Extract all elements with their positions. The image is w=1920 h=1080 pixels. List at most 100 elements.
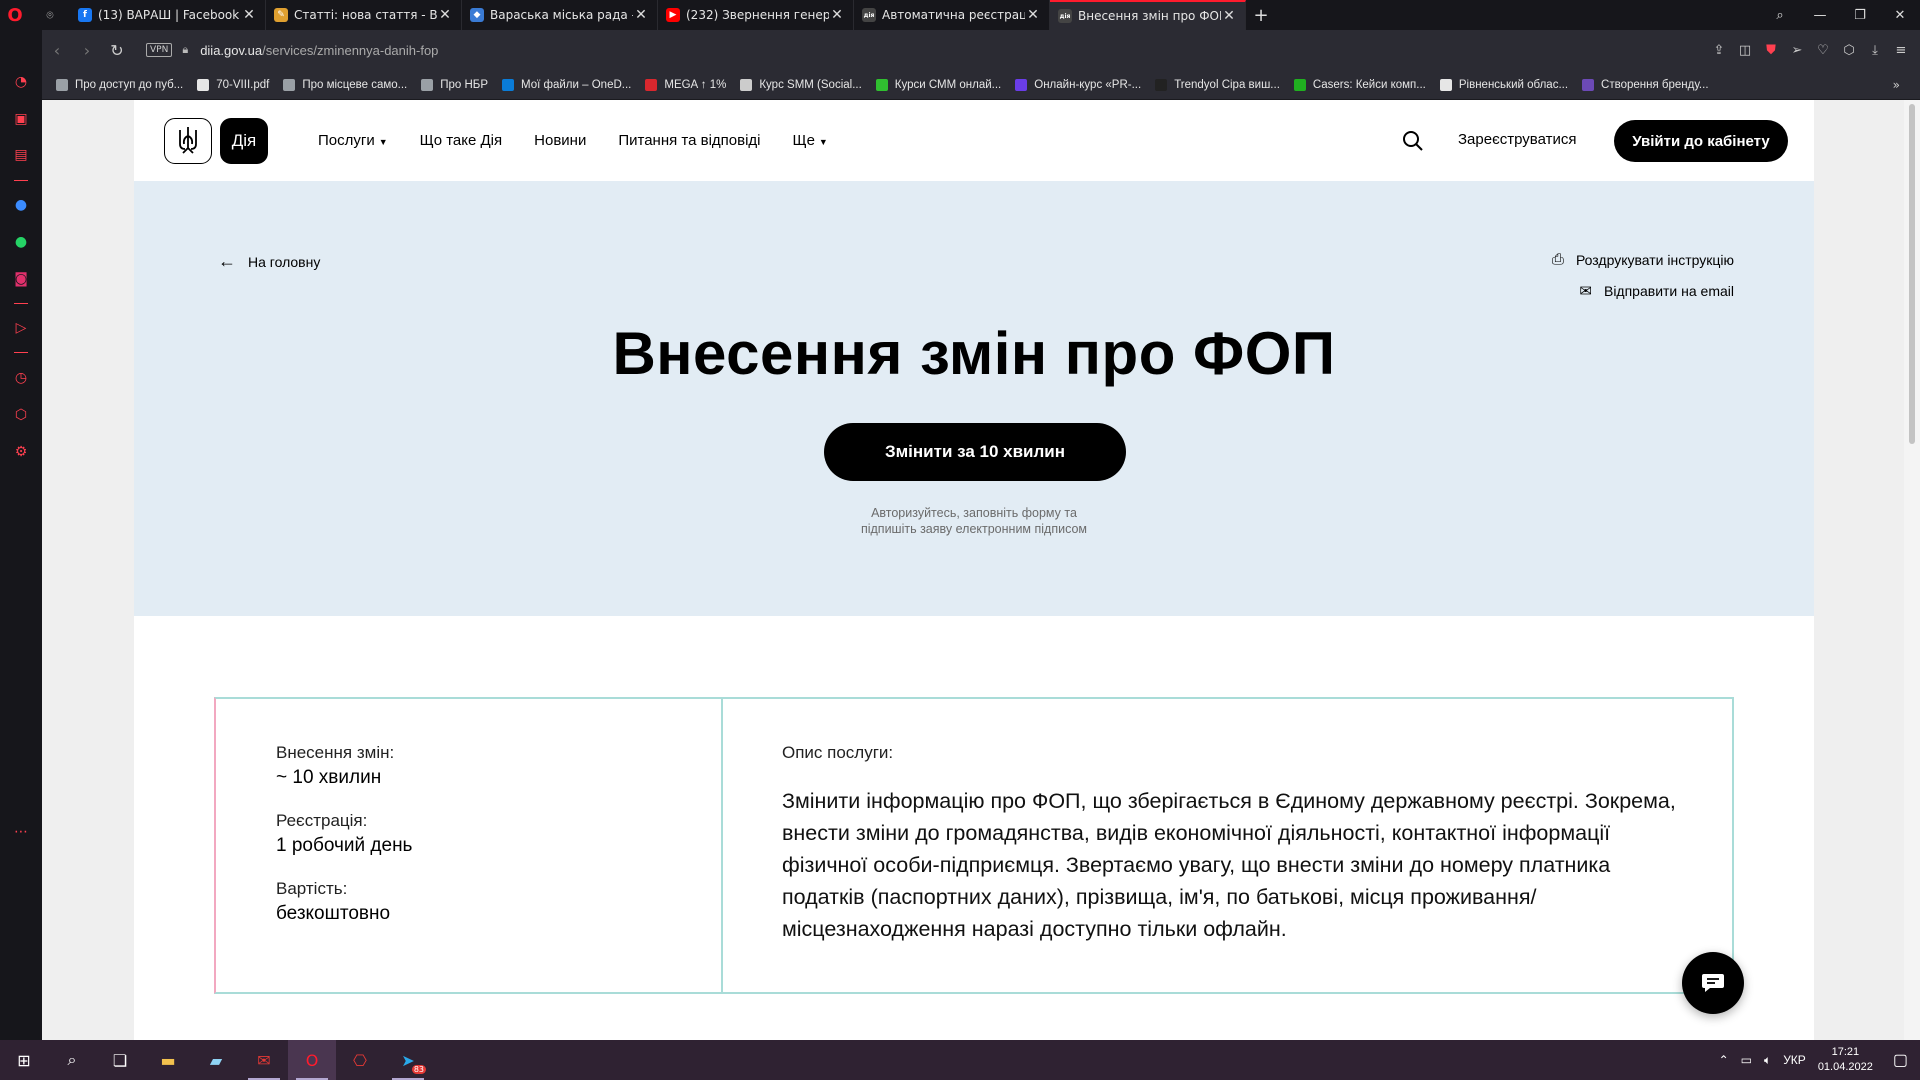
extension-cube-icon[interactable]: ⬡ <box>1836 43 1862 58</box>
nav-item[interactable]: Питання та відповіді <box>618 132 760 149</box>
bookmark-item[interactable]: Рівненський облас... <box>1439 78 1568 91</box>
bookmark-favicon-icon <box>1582 78 1595 91</box>
adblock-shield-icon[interactable]: ⛊ <box>1758 43 1784 58</box>
snapshot-icon[interactable]: ◫ <box>1732 43 1758 58</box>
messenger-icon[interactable]: ● <box>9 193 33 217</box>
minimize-button[interactable]: — <box>1800 0 1840 30</box>
page-scrollbar[interactable] <box>1904 100 1920 1040</box>
login-button[interactable]: Увійти до кабінету <box>1614 120 1788 162</box>
bookmark-item[interactable]: 70-VIII.pdf <box>197 78 269 91</box>
url-field[interactable]: diia.gov.ua/services/zminennya-danih-fop <box>200 43 438 58</box>
browser-tab[interactable]: дія Внесення змін про ФОП | ✕ <box>1050 0 1246 30</box>
close-window-button[interactable]: ✕ <box>1880 0 1920 30</box>
bookmark-item[interactable]: Створення бренду... <box>1582 78 1709 91</box>
downloads-icon[interactable]: ⤓ <box>1862 43 1888 58</box>
speed-dial-icon[interactable]: ◔ <box>9 70 33 94</box>
tryzub-logo-icon[interactable] <box>164 118 212 164</box>
nav-item[interactable]: Послуги ▼ <box>318 132 388 149</box>
tab-cycler-icon[interactable]: ⌾ <box>30 0 70 30</box>
instagram-icon[interactable]: ◙ <box>9 267 33 291</box>
back-button[interactable]: ‹ <box>42 41 72 60</box>
send-icon[interactable]: ➢ <box>1784 43 1810 58</box>
bookmark-item[interactable]: Курси СММ онлай... <box>875 78 1001 91</box>
fact-label: Внесення змін: <box>276 743 395 762</box>
system-tray: ⌃ ▭ 🔈︎ УКР 17:21 01.04.2022 ▢ <box>1719 1040 1920 1080</box>
mail-icon[interactable]: ✉ <box>240 1040 288 1080</box>
tray-chevron-icon[interactable]: ⌃ <box>1719 1053 1729 1067</box>
caret-down-icon: ▼ <box>378 137 388 147</box>
bookmark-item[interactable]: Casers: Кейси комп... <box>1293 78 1426 91</box>
extensions-icon[interactable]: ⬡ <box>9 403 33 427</box>
network-icon[interactable]: ▭ <box>1741 1053 1752 1067</box>
player-icon[interactable]: ▷ <box>9 316 33 340</box>
notepad-icon[interactable]: ▰ <box>192 1040 240 1080</box>
nav-item[interactable]: Ще ▼ <box>793 132 828 149</box>
close-tab-icon[interactable]: ✕ <box>633 7 649 23</box>
settings-gear-icon[interactable]: ⚙ <box>9 440 33 464</box>
bookmark-favicon-icon <box>56 78 68 91</box>
reload-icon[interactable]: ↻ <box>102 41 132 60</box>
close-tab-icon[interactable]: ✕ <box>437 7 453 23</box>
bookmarks-more-button[interactable]: » <box>1893 78 1900 92</box>
close-tab-icon[interactable]: ✕ <box>1025 7 1041 23</box>
caret-down-icon: ▼ <box>818 137 828 147</box>
bookmark-item[interactable]: Онлайн-курс «PR-... <box>1015 78 1141 91</box>
browser-tab[interactable]: ▶ (232) Звернення генераль✕ <box>658 0 854 30</box>
language-indicator[interactable]: УКР <box>1783 1053 1806 1067</box>
volume-icon[interactable]: 🔈︎ <box>1764 1053 1771 1068</box>
tab-title: Вараська міська рада — В <box>490 8 633 22</box>
change-fop-button[interactable]: Змінити за 10 хвилин <box>824 423 1126 481</box>
search-tabs-icon[interactable]: ⌕ <box>1760 0 1800 30</box>
history-icon[interactable]: ◷ <box>9 366 33 390</box>
diia-logo[interactable]: Дія <box>220 118 268 164</box>
page-viewport: Дія Послуги ▼ Що таке Дія Новини Питання та … <box>42 100 1920 1040</box>
telegram-icon[interactable]: ➤ 83 <box>384 1040 432 1080</box>
bookmark-item[interactable]: MEGA ↑ 1% <box>645 78 726 91</box>
bookmark-item[interactable]: Курс SMM (Social... <box>740 78 862 91</box>
acrobat-icon[interactable]: ⎔ <box>336 1040 384 1080</box>
scrollbar-thumb[interactable] <box>1909 104 1915 444</box>
browser-tab[interactable]: f (13) ВАРАШ | Facebook ✕ <box>70 0 266 30</box>
shopping-icon[interactable]: ▣ <box>9 107 33 131</box>
bookmark-item[interactable]: Про доступ до пуб... <box>56 78 183 91</box>
easy-setup-icon[interactable]: ≡ <box>1888 43 1914 58</box>
bookmark-item[interactable]: Про НБР <box>421 78 488 91</box>
file-explorer-icon[interactable]: ▬ <box>144 1040 192 1080</box>
opera-taskbar-icon[interactable]: O <box>288 1040 336 1080</box>
bookmark-item[interactable]: Trendyol Сіра виш... <box>1155 78 1280 91</box>
new-tab-button[interactable]: + <box>1246 5 1276 26</box>
back-home-link[interactable]: ← На головну <box>218 251 320 272</box>
forward-button[interactable]: › <box>72 41 102 60</box>
opera-logo-icon[interactable]: O <box>0 0 30 30</box>
browser-tab[interactable]: дія Автоматична реєстрація Ф✕ <box>854 0 1050 30</box>
search-icon[interactable] <box>1402 130 1424 152</box>
tab-title: Статті: нова стаття - Варас <box>294 8 437 22</box>
restore-button[interactable]: ❐ <box>1840 0 1880 30</box>
register-link[interactable]: Зареєструватися <box>1458 131 1576 148</box>
browser-tab[interactable]: ✎ Статті: нова стаття - Варас✕ <box>266 0 462 30</box>
page-title: Внесення змін про ФОП <box>612 320 1336 387</box>
lock-icon[interactable]: 🔒︎ <box>182 43 188 57</box>
bookmark-item[interactable]: Мої файли – OneD... <box>502 78 631 91</box>
search-icon[interactable]: ⌕ <box>48 1040 96 1080</box>
chat-button[interactable] <box>1682 952 1744 1014</box>
close-tab-icon[interactable]: ✕ <box>1221 8 1237 24</box>
windows-start-icon[interactable]: ⊞ <box>0 1040 48 1080</box>
share-icon[interactable]: ⇪ <box>1706 43 1732 58</box>
clock[interactable]: 17:21 01.04.2022 <box>1818 1045 1873 1075</box>
task-view-icon[interactable]: ❏ <box>96 1040 144 1080</box>
twitch-icon[interactable]: ▤ <box>9 143 33 167</box>
browser-tab[interactable]: ◆ Вараська міська рада — В✕ <box>462 0 658 30</box>
notifications-icon[interactable]: ▢ <box>1893 1050 1908 1070</box>
bookmark-heart-icon[interactable]: ♡ <box>1810 43 1836 58</box>
print-instruction-link[interactable]: ⎙ Роздрукувати інструкцію <box>1552 251 1734 268</box>
close-tab-icon[interactable]: ✕ <box>241 7 257 23</box>
sidebar-more-icon[interactable]: ⋯ <box>9 820 33 844</box>
nav-item[interactable]: Новини <box>534 132 586 149</box>
bookmark-item[interactable]: Про місцеве само... <box>283 78 407 91</box>
vpn-badge[interactable]: VPN <box>146 43 173 57</box>
nav-item[interactable]: Що таке Дія <box>420 132 502 149</box>
close-tab-icon[interactable]: ✕ <box>829 7 845 23</box>
whatsapp-icon[interactable]: ● <box>9 230 33 254</box>
send-email-link[interactable]: ✉ Відправити на email <box>1579 282 1734 300</box>
